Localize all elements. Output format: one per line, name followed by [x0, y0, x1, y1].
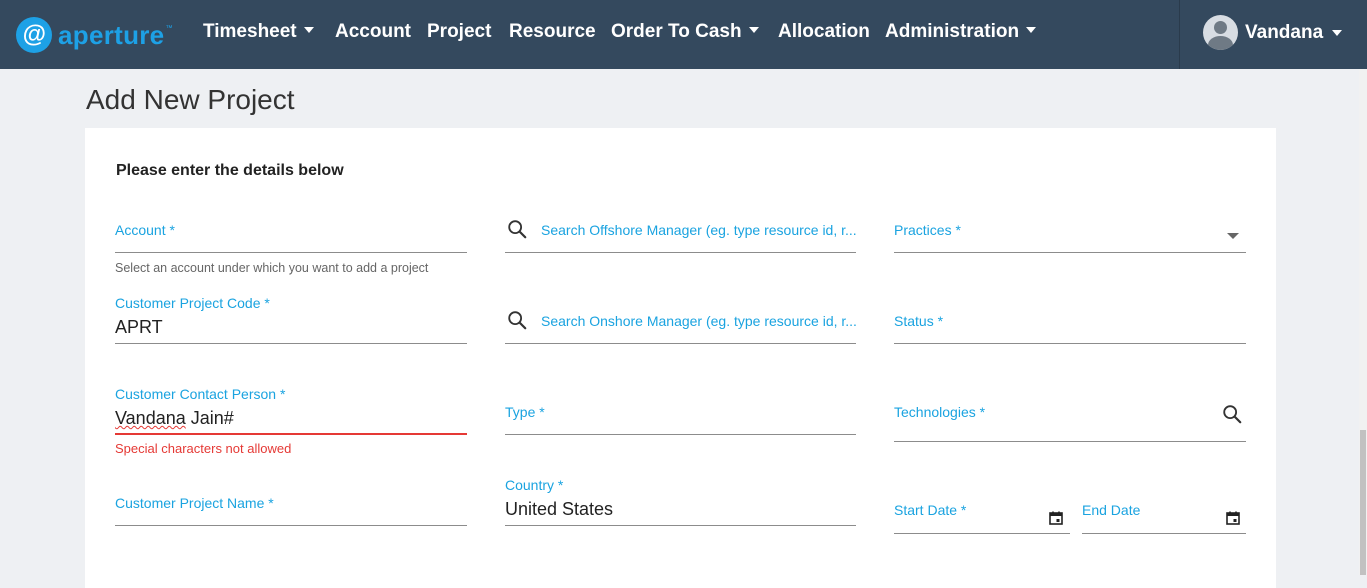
logo-text: aperture: [58, 19, 165, 50]
logo-trademark: ™: [165, 24, 173, 32]
customer-project-name-label: Customer Project Name *: [115, 495, 274, 511]
caret-down-icon: [1026, 27, 1037, 33]
status-label: Status *: [894, 313, 944, 329]
end-date-underline: [1082, 533, 1246, 534]
start-date-label: Start Date *: [894, 502, 967, 518]
section-title: Please enter the details below: [116, 162, 344, 179]
offshore-manager-placeholder: Search Offshore Manager (eg. type resour…: [541, 222, 857, 238]
navbar-divider: [1179, 0, 1180, 69]
customer-project-name-underline: [115, 525, 467, 526]
country-value: United States: [505, 499, 614, 519]
nav-timesheet[interactable]: Timesheet: [203, 21, 314, 43]
nav-project[interactable]: Project: [427, 21, 491, 43]
country-label: Country *: [505, 477, 564, 493]
practices-underline: [894, 252, 1246, 253]
nav-administration-label: Administration: [885, 21, 1020, 42]
search-icon[interactable]: [1221, 403, 1243, 425]
logo-at-icon: @: [16, 17, 52, 53]
customer-project-code-underline: [115, 343, 467, 344]
user-name: Vandana: [1245, 21, 1324, 43]
dropdown-arrow-icon: [1227, 233, 1239, 239]
customer-contact-person-value: Vandana Jain#: [115, 408, 234, 428]
nav-order-to-cash[interactable]: Order To Cash: [611, 21, 759, 43]
offshore-manager-underline: [505, 252, 856, 253]
nav-timesheet-label: Timesheet: [203, 21, 297, 42]
type-label: Type *: [505, 404, 545, 420]
onshore-manager-underline: [505, 343, 856, 344]
end-date-label: End Date: [1082, 502, 1141, 518]
status-underline: [894, 343, 1246, 344]
customer-project-code-value: APRT: [115, 317, 163, 337]
caret-down-icon: [1332, 29, 1343, 36]
customer-contact-person-underline-error: [115, 433, 467, 435]
avatar-icon: [1203, 15, 1238, 50]
aperture-logo[interactable]: @ aperture ™: [16, 16, 172, 54]
country-underline: [505, 525, 856, 526]
account-underline: [115, 252, 467, 253]
form-card: [85, 128, 1276, 588]
nav-administration[interactable]: Administration: [885, 21, 1037, 43]
user-menu[interactable]: Vandana: [1203, 15, 1343, 50]
nav-order-to-cash-label: Order To Cash: [611, 21, 742, 42]
page-title: Add New Project: [86, 84, 295, 115]
technologies-label: Technologies *: [894, 404, 986, 420]
search-icon: [508, 311, 527, 330]
account-hint: Select an account under which you want t…: [115, 261, 429, 275]
caret-down-icon: [748, 27, 759, 33]
search-icon: [508, 220, 527, 239]
nav-allocation[interactable]: Allocation: [778, 21, 870, 43]
practices-label: Practices *: [894, 222, 961, 238]
technologies-underline: [894, 441, 1246, 442]
calendar-icon[interactable]: [1048, 510, 1064, 526]
scrollbar-thumb[interactable]: [1360, 430, 1366, 575]
caret-down-icon: [303, 27, 314, 33]
customer-project-code-label: Customer Project Code *: [115, 295, 270, 311]
nav-resource[interactable]: Resource: [509, 21, 596, 43]
account-label: Account *: [115, 222, 175, 238]
customer-contact-person-label: Customer Contact Person *: [115, 386, 286, 402]
calendar-icon[interactable]: [1225, 510, 1241, 526]
onshore-manager-placeholder: Search Onshore Manager (eg. type resourc…: [541, 313, 857, 329]
customer-contact-person-error: Special characters not allowed: [115, 441, 292, 456]
nav-account[interactable]: Account: [335, 21, 411, 43]
start-date-underline: [894, 533, 1070, 534]
type-underline: [505, 434, 856, 435]
